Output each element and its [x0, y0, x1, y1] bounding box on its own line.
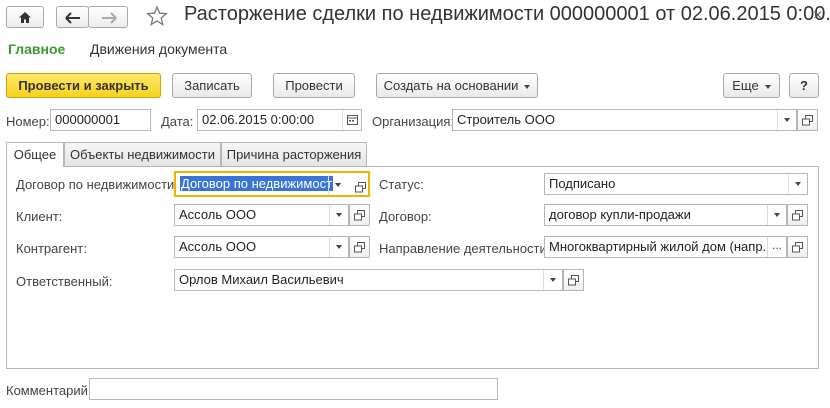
- organization-input[interactable]: Строитель ООО: [452, 109, 797, 131]
- open-icon: [354, 210, 365, 221]
- number-label: Номер:: [6, 114, 50, 129]
- open-direction-button[interactable]: [787, 236, 808, 258]
- post-button[interactable]: Провести: [273, 73, 355, 98]
- open-icon: [792, 210, 803, 221]
- status-value: Подписано: [549, 176, 616, 191]
- direction-input[interactable]: Многоквартирный жилой дом (напр. де ...: [544, 236, 787, 258]
- client-label: Клиент:: [16, 209, 63, 224]
- arrow-left-icon: [65, 12, 80, 24]
- open-contract-button[interactable]: [787, 204, 808, 226]
- number-value: 000000001: [55, 112, 121, 127]
- help-button[interactable]: ?: [789, 73, 819, 98]
- post-and-close-button[interactable]: Провести и закрыть: [6, 73, 161, 98]
- more-button[interactable]: Еще: [723, 73, 780, 98]
- chevron-down-icon[interactable]: [543, 270, 562, 290]
- tab-real-estate-objects[interactable]: Объекты недвижимости: [64, 142, 221, 166]
- nav-document-movements[interactable]: Движения документа: [90, 41, 227, 57]
- counterparty-value: Ассоль ООО: [179, 239, 257, 254]
- contract-input[interactable]: договор купли-продажи: [544, 204, 787, 226]
- chevron-down-icon: [764, 84, 771, 89]
- tab-general[interactable]: Общее: [6, 142, 64, 167]
- responsible-label: Ответственный:: [16, 274, 113, 289]
- more-label: Еще: [732, 78, 759, 93]
- status-label: Статус:: [379, 177, 424, 192]
- home-icon: [19, 12, 31, 23]
- open-icon: [354, 242, 365, 253]
- open-counterparty-button[interactable]: [349, 236, 370, 258]
- open-icon: [568, 275, 579, 286]
- open-icon: [792, 242, 803, 253]
- chevron-down-icon: [524, 84, 531, 89]
- open-responsible-button[interactable]: [563, 269, 584, 291]
- tab-panel-general: [6, 166, 819, 369]
- forward-button[interactable]: [88, 6, 128, 28]
- date-input[interactable]: 02.06.2015 0:00:00: [197, 109, 362, 131]
- arrow-right-icon: [102, 12, 117, 24]
- favorite-star-icon[interactable]: [146, 5, 168, 27]
- open-client-button[interactable]: [349, 204, 370, 226]
- comment-input[interactable]: [89, 378, 498, 400]
- status-select[interactable]: Подписано: [544, 173, 808, 195]
- contract-re-input[interactable]: Договор по недвижимост: [174, 171, 370, 197]
- direction-value: Многоквартирный жилой дом (напр. де: [549, 239, 766, 254]
- save-button[interactable]: Записать: [172, 73, 252, 98]
- client-input[interactable]: Ассоль ООО: [174, 204, 349, 226]
- more-button[interactable]: ...: [767, 237, 786, 257]
- organization-label: Организация:: [372, 114, 455, 129]
- responsible-value: Орлов Михаил Васильевич: [179, 272, 344, 287]
- close-icon[interactable]: ×: [813, 8, 822, 24]
- chevron-down-icon[interactable]: [788, 174, 807, 194]
- counterparty-input[interactable]: Ассоль ООО: [174, 236, 349, 258]
- chevron-down-icon[interactable]: [329, 237, 348, 257]
- counterparty-label: Контрагент:: [16, 241, 87, 256]
- number-input[interactable]: 000000001: [50, 109, 151, 131]
- direction-label: Направление деятельности:: [379, 241, 551, 256]
- chevron-down-icon[interactable]: [777, 110, 796, 130]
- contract-value: договор купли-продажи: [549, 207, 691, 222]
- back-button[interactable]: [56, 6, 89, 28]
- tab-termination-reason[interactable]: Причина расторжения: [221, 142, 367, 166]
- contract-re-label: Договор по недвижимости:: [16, 177, 178, 192]
- date-label: Дата:: [161, 114, 194, 129]
- create-based-on-button[interactable]: Создать на основании: [376, 73, 538, 98]
- calendar-icon[interactable]: [342, 110, 361, 130]
- home-button[interactable]: [6, 6, 44, 28]
- open-icon: [802, 115, 813, 126]
- chevron-down-icon[interactable]: [329, 205, 348, 225]
- chevron-down-icon[interactable]: [767, 205, 786, 225]
- contract-re-value: Договор по недвижимост: [180, 176, 334, 191]
- chevron-down-icon[interactable]: [328, 175, 347, 195]
- open-organization-button[interactable]: [797, 109, 818, 131]
- comment-label: Комментарий:: [6, 383, 92, 398]
- window-title: Расторжение сделки по недвижимости 00000…: [184, 3, 830, 25]
- organization-value: Строитель ООО: [457, 112, 555, 127]
- open-icon[interactable]: [355, 179, 366, 195]
- responsible-input[interactable]: Орлов Михаил Васильевич: [174, 269, 563, 291]
- client-value: Ассоль ООО: [179, 207, 257, 222]
- nav-main[interactable]: Главное: [8, 41, 65, 57]
- create-based-on-label: Создать на основании: [383, 78, 519, 93]
- contract-label: Договор:: [379, 209, 432, 224]
- date-value: 02.06.2015 0:00:00: [202, 112, 315, 127]
